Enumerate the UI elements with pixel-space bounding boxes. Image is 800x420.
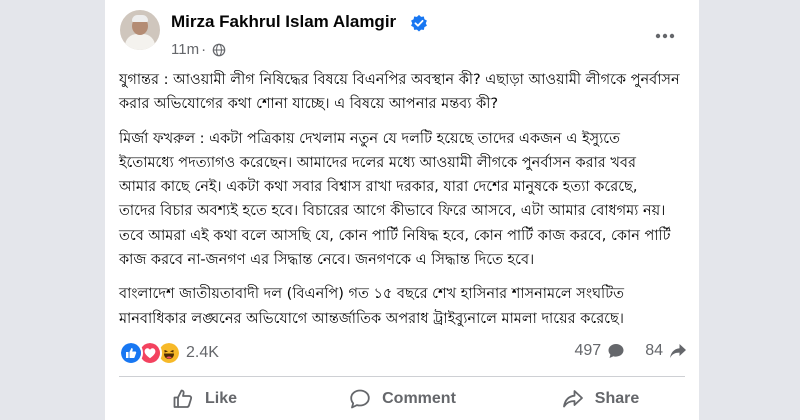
post-time[interactable]: 11m bbox=[171, 41, 199, 58]
like-reaction-icon bbox=[119, 341, 143, 365]
like-label: Like bbox=[204, 390, 237, 407]
comment-icon bbox=[350, 389, 370, 409]
post-paragraph: মির্জা ফখরুল : একটা পত্রিকায় দেখলাম নতু… bbox=[119, 130, 671, 269]
thumbs-up-icon bbox=[173, 389, 193, 408]
more-options-icon[interactable] bbox=[653, 26, 677, 46]
meta-separator: · bbox=[201, 41, 207, 58]
post-meta: 11m · bbox=[171, 41, 226, 58]
reaction-summary[interactable]: 2.4K bbox=[119, 341, 219, 365]
share-icon bbox=[562, 390, 583, 408]
avatar[interactable] bbox=[120, 10, 160, 50]
comment-label: Comment bbox=[382, 390, 456, 407]
globe-icon bbox=[212, 43, 226, 56]
post-card: Mirza Fakhrul Islam Alamgir 11m · যুগান্… bbox=[105, 0, 699, 420]
post-paragraph: বাংলাদেশ জাতীয়তাবাদী দল (বিএনপি) গত ১৫ … bbox=[119, 286, 624, 327]
verified-badge-icon bbox=[411, 14, 427, 32]
like-button[interactable]: Like bbox=[105, 378, 303, 420]
share-label: Share bbox=[594, 390, 640, 407]
divider bbox=[119, 376, 685, 377]
engagement-stats: 497 84 bbox=[575, 342, 688, 360]
comment-button[interactable]: Comment bbox=[303, 378, 501, 420]
share-arrow-icon bbox=[670, 344, 686, 358]
reaction-count[interactable]: 2.4K bbox=[186, 344, 219, 362]
share-count[interactable]: 84 bbox=[645, 342, 663, 360]
post-body: যুগান্তর : আওয়ামী লীগ নিষিদ্ধের বিষয়ে … bbox=[119, 68, 687, 341]
comment-bubble-icon bbox=[608, 344, 624, 358]
action-bar: Like Comment Share bbox=[105, 378, 699, 420]
author-name[interactable]: Mirza Fakhrul Islam Alamgir bbox=[171, 12, 396, 32]
share-button[interactable]: Share bbox=[501, 378, 699, 420]
post-paragraph: যুগান্তর : আওয়ামী লীগ নিষিদ্ধের বিষয়ে … bbox=[119, 72, 680, 113]
comment-count[interactable]: 497 bbox=[575, 342, 602, 360]
